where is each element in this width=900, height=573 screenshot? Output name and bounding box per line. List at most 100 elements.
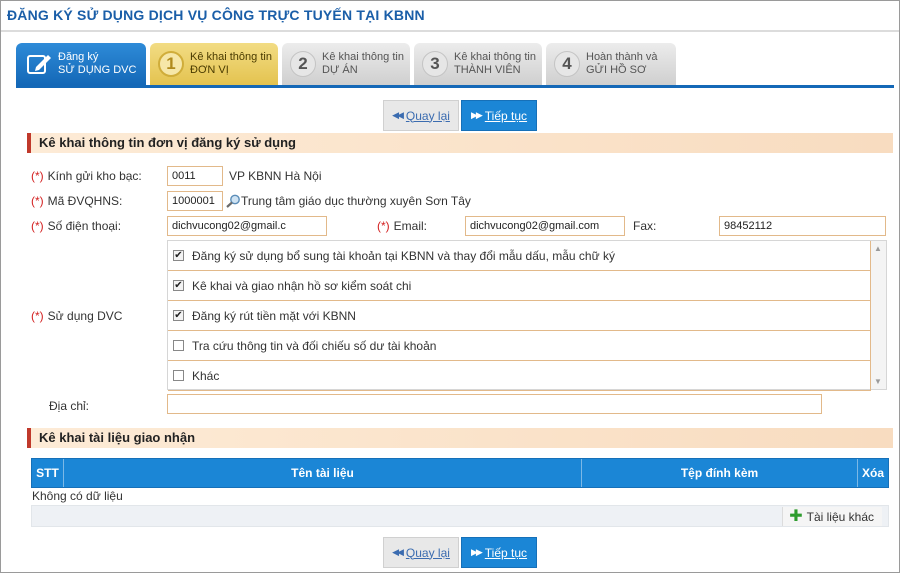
- next-arrow-icon: ▶▶: [470, 110, 483, 120]
- dvqhns-label: (*) Mã ĐVQHNS:: [31, 194, 122, 208]
- dvqhns-name: Trung tâm giáo dục thường xuyên Sơn Tây: [241, 194, 471, 208]
- kbnn-label: (*) Kính gửi kho bạc:: [31, 169, 142, 183]
- step-line1: Kê khai thông tin: [454, 51, 536, 63]
- scroll-up-icon[interactable]: ▲: [874, 244, 882, 253]
- col-attachment: Tệp đính kèm: [582, 459, 858, 487]
- fax-label: Fax:: [633, 219, 657, 233]
- plus-icon: ✚: [789, 507, 803, 525]
- dvqhns-label-text: Mã ĐVQHNS:: [47, 194, 123, 208]
- checkbox-icon[interactable]: ✔: [173, 250, 184, 261]
- col-stt: STT: [32, 459, 64, 487]
- step-line1: Đăng ký: [58, 51, 99, 63]
- dvqhns-code-input[interactable]: 1000001: [167, 191, 223, 211]
- step-project-info[interactable]: 2 Kê khai thông tin DỰ ÁN: [282, 43, 410, 85]
- step-number: 2: [290, 51, 316, 77]
- step-line2: THÀNH VIÊN: [454, 64, 521, 76]
- title-divider: [1, 30, 899, 32]
- step-register-dvc[interactable]: Đăng ký SỬ DỤNG DVC: [16, 43, 146, 85]
- table-footer: ✚ Tài liệu khác: [31, 505, 889, 527]
- step-label: Đăng ký SỬ DỤNG DVC: [58, 51, 136, 77]
- next-arrow-icon: ▶▶: [470, 547, 483, 557]
- back-button-label: Quay lại: [405, 108, 450, 123]
- add-document-label: Tài liệu khác: [806, 509, 874, 524]
- empty-message: Không có dữ liệu: [32, 489, 123, 503]
- nav-buttons-top: ◀◀ Quay lại ▶▶ Tiếp tục: [383, 100, 537, 131]
- required-mark: (*): [377, 219, 390, 233]
- edit-icon: [27, 55, 51, 74]
- back-arrow-icon: ◀◀: [392, 547, 404, 557]
- step-line2: DỰ ÁN: [322, 64, 358, 76]
- required-mark: (*): [31, 169, 44, 183]
- dvc-label-text: Sử dụng DVC: [47, 309, 123, 323]
- step-line2: GỬI HỒ SƠ: [586, 64, 647, 76]
- checkbox-icon[interactable]: ✔: [173, 310, 184, 321]
- nav-buttons-bottom: ◀◀ Quay lại ▶▶ Tiếp tục: [383, 537, 537, 568]
- next-button-label: Tiếp tục: [484, 545, 528, 560]
- col-document-name: Tên tài liệu: [64, 459, 582, 487]
- step-line1: Kê khai thông tin: [190, 51, 272, 63]
- add-document-button[interactable]: ✚ Tài liệu khác: [782, 507, 882, 526]
- checkbox-icon[interactable]: [173, 370, 184, 381]
- step-number: 1: [158, 51, 184, 77]
- step-number: 3: [422, 51, 448, 77]
- step-line2: SỬ DỤNG DVC: [58, 64, 137, 76]
- step-member-info[interactable]: 3 Kê khai thông tin THÀNH VIÊN: [414, 43, 542, 85]
- step-line1: Kê khai thông tin: [322, 51, 404, 63]
- back-arrow-icon: ◀◀: [392, 110, 404, 120]
- checkbox-icon[interactable]: ✔: [173, 280, 184, 291]
- phone-label-text: Số điện thoại:: [47, 219, 122, 233]
- back-button[interactable]: ◀◀ Quay lại: [383, 100, 459, 131]
- dvc-item-text: Kê khai và giao nhận hồ sơ kiểm soát chi: [192, 278, 412, 293]
- required-mark: (*): [31, 309, 44, 323]
- step-label: Kê khai thông tin DỰ ÁN: [322, 51, 404, 77]
- next-button-label: Tiếp tục: [484, 108, 528, 123]
- required-mark: (*): [31, 219, 44, 233]
- col-delete: Xóa: [861, 466, 884, 480]
- step-unit-info[interactable]: 1 Kê khai thông tin ĐƠN VỊ: [150, 43, 278, 85]
- next-button[interactable]: ▶▶ Tiếp tục: [461, 537, 537, 568]
- email-label-text: Email:: [393, 219, 428, 233]
- dvc-item-text: Đăng ký rút tiền mặt với KBNN: [192, 308, 356, 323]
- next-button[interactable]: ▶▶ Tiếp tục: [461, 100, 537, 131]
- kbnn-label-text: Kính gửi kho bạc:: [47, 169, 142, 183]
- dvc-scrollbar[interactable]: ▲ ▼: [871, 241, 886, 389]
- required-mark: (*): [31, 194, 44, 208]
- dvc-item-text: Đăng ký sử dụng bổ sung tài khoản tại KB…: [192, 248, 615, 263]
- kbnn-name: VP KBNN Hà Nội: [229, 169, 322, 183]
- dvc-item[interactable]: ✔ Đăng ký sử dụng bổ sung tài khoản tại …: [168, 241, 871, 271]
- section-documents-header: Kê khai tài liệu giao nhận: [27, 428, 893, 448]
- step-number: 4: [554, 51, 580, 77]
- dvc-list: ✔ Đăng ký sử dụng bổ sung tài khoản tại …: [167, 240, 887, 391]
- table-header: STT Tên tài liệu Tệp đính kèm Xóa: [31, 458, 889, 488]
- fax-input[interactable]: 98452112: [719, 216, 886, 236]
- step-line1: Hoàn thành và: [586, 51, 658, 63]
- scroll-down-icon[interactable]: ▼: [874, 377, 882, 386]
- back-button-label: Quay lại: [405, 545, 450, 560]
- kbnn-code-input[interactable]: 0011: [167, 166, 223, 186]
- documents-table: STT Tên tài liệu Tệp đính kèm Xóa Không …: [31, 458, 889, 527]
- page-title: ĐĂNG KÝ SỬ DỤNG DỊCH VỤ CÔNG TRỰC TUYẾN …: [7, 7, 425, 23]
- phone-label: (*) Số điện thoại:: [31, 219, 121, 233]
- step-label: Hoàn thành và GỬI HỒ SƠ: [586, 51, 658, 77]
- step-label: Kê khai thông tin THÀNH VIÊN: [454, 51, 536, 77]
- step-line2: ĐƠN VỊ: [190, 64, 229, 76]
- checkbox-icon[interactable]: [173, 340, 184, 351]
- dvc-item[interactable]: Tra cứu thông tin và đối chiếu số dư tài…: [168, 331, 871, 361]
- phone-input[interactable]: dichvucong02@gmail.c: [167, 216, 327, 236]
- step-submit[interactable]: 4 Hoàn thành và GỬI HỒ SƠ: [546, 43, 676, 85]
- dvc-item[interactable]: ✔ Kê khai và giao nhận hồ sơ kiểm soát c…: [168, 271, 871, 301]
- dvc-item[interactable]: Khác: [168, 361, 871, 391]
- back-button[interactable]: ◀◀ Quay lại: [383, 537, 459, 568]
- dvc-item-text: Khác: [192, 368, 220, 383]
- page-frame: ĐĂNG KÝ SỬ DỤNG DỊCH VỤ CÔNG TRỰC TUYẾN …: [0, 0, 900, 573]
- email-input[interactable]: dichvucong02@gmail.com: [465, 216, 625, 236]
- email-label: (*) Email:: [377, 219, 427, 233]
- address-label: Địa chỉ:: [49, 399, 90, 413]
- section-unit-info-header: Kê khai thông tin đơn vị đăng ký sử dụng: [27, 133, 893, 153]
- dvc-item-text: Tra cứu thông tin và đối chiếu số dư tài…: [192, 338, 437, 353]
- address-input[interactable]: [167, 394, 822, 414]
- content-border: [16, 85, 894, 95]
- dvc-item[interactable]: ✔ Đăng ký rút tiền mặt với KBNN: [168, 301, 871, 331]
- search-icon[interactable]: [225, 194, 241, 208]
- step-label: Kê khai thông tin ĐƠN VỊ: [190, 51, 272, 77]
